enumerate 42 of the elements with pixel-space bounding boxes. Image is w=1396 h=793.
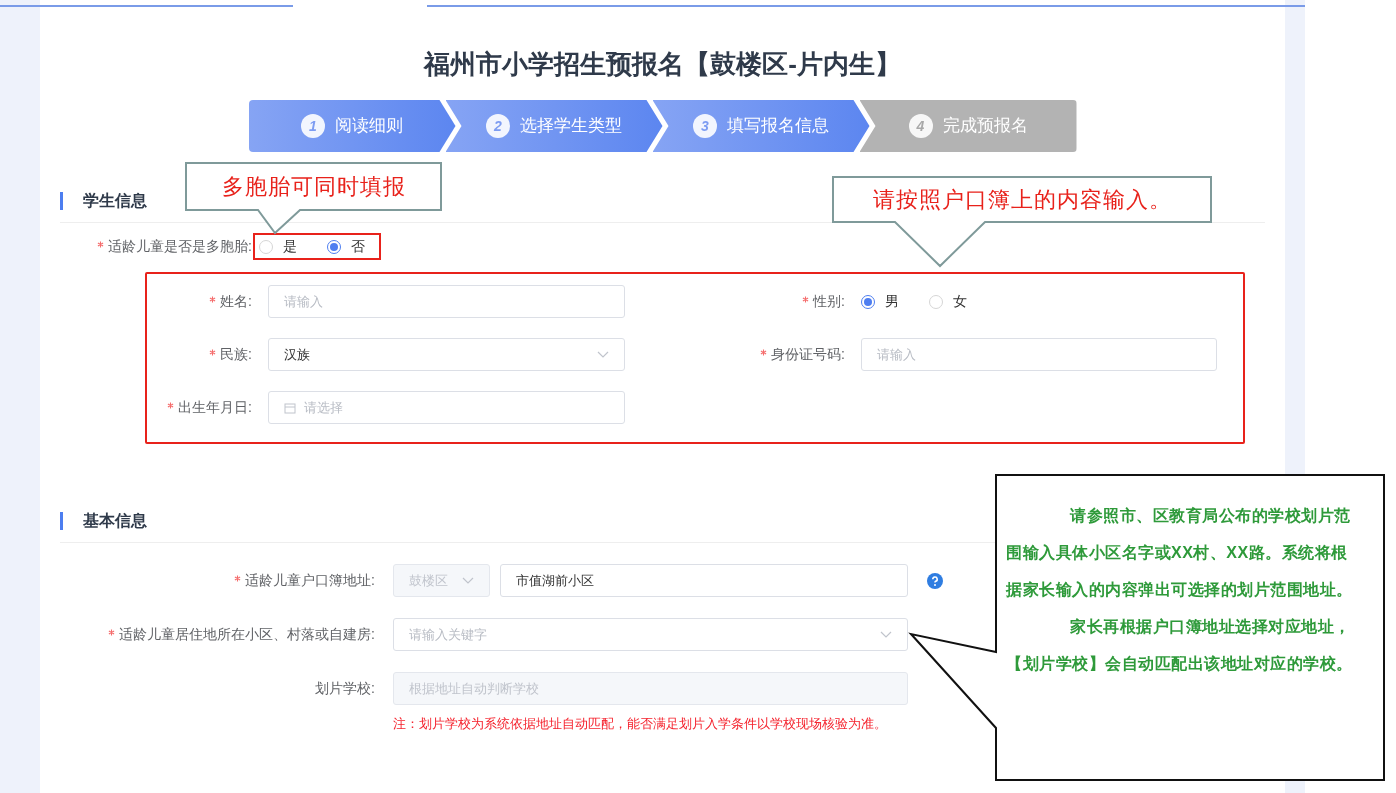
input-field[interactable]: 请输入: [268, 285, 625, 318]
step-number: 4: [908, 114, 933, 138]
option-label: 否: [351, 237, 365, 256]
radio-option[interactable]: 女: [929, 291, 967, 312]
step-label: 填写报名信息: [727, 115, 829, 138]
calendar-icon: [284, 401, 296, 414]
step-label: 阅读细则: [335, 115, 403, 138]
step-number: 1: [301, 114, 325, 138]
field-label: 姓名:: [220, 292, 252, 311]
step-label: 完成预报名: [942, 115, 1028, 138]
note-text: 注：划片学校为系统依据地址自动匹配，能否满足划片入学条件以学校现场核验为准。: [393, 715, 888, 733]
chevron-down-icon: [462, 576, 474, 585]
chevron-down-icon: [880, 630, 892, 639]
field-label: 民族:: [220, 345, 252, 364]
input-field[interactable]: 市值湖前小区: [500, 564, 908, 597]
radio-option[interactable]: 是: [259, 236, 297, 257]
field-label: 划片学校:: [315, 679, 375, 698]
radio-option[interactable]: 男: [861, 291, 899, 312]
callout-text: 家长再根据户口簿地址选择对应地址，【划片学校】会自动匹配出该地址对应的学校。: [1006, 617, 1354, 674]
help-icon: [927, 572, 943, 589]
field-label: 适龄儿童是否是多胞胎:: [108, 237, 252, 256]
radio-option[interactable]: 否: [327, 236, 365, 257]
section-heading: 学生信息: [60, 192, 147, 210]
field-label: 适龄儿童户口簿地址:: [245, 571, 375, 590]
field-label: 身份证号码:: [771, 345, 845, 364]
section-heading: 基本信息: [60, 512, 147, 530]
option-label: 男: [885, 292, 899, 311]
option-label: 女: [953, 292, 967, 311]
option-label: 是: [283, 237, 297, 256]
field-label: 出生年月日:: [178, 398, 252, 417]
step-number: 3: [693, 114, 717, 138]
chevron-down-icon: [597, 350, 609, 359]
step-number: 2: [486, 114, 510, 138]
field-label: 适龄儿童居住地所在小区、村落或自建房:: [119, 625, 375, 644]
callout-text: 请参照市、区教育局公布的学校划片范围输入具体小区名字或XX村、XX路。系统将根据家长输入的内容弹出可选择的划片范围地址。: [1006, 506, 1354, 600]
select-field[interactable]: 汉族: [268, 338, 625, 371]
page-title: 福州市小学招生预报名【鼓楼区-片内生】: [422, 48, 902, 81]
field-label: 性别:: [813, 292, 845, 311]
callout-text: 多胞胎可同时填报: [221, 173, 406, 201]
callout-text: 请按照户口簿上的内容输入。: [872, 186, 1172, 214]
step-label: 选择学生类型: [520, 115, 622, 138]
input-field[interactable]: 请输入: [861, 338, 1217, 371]
